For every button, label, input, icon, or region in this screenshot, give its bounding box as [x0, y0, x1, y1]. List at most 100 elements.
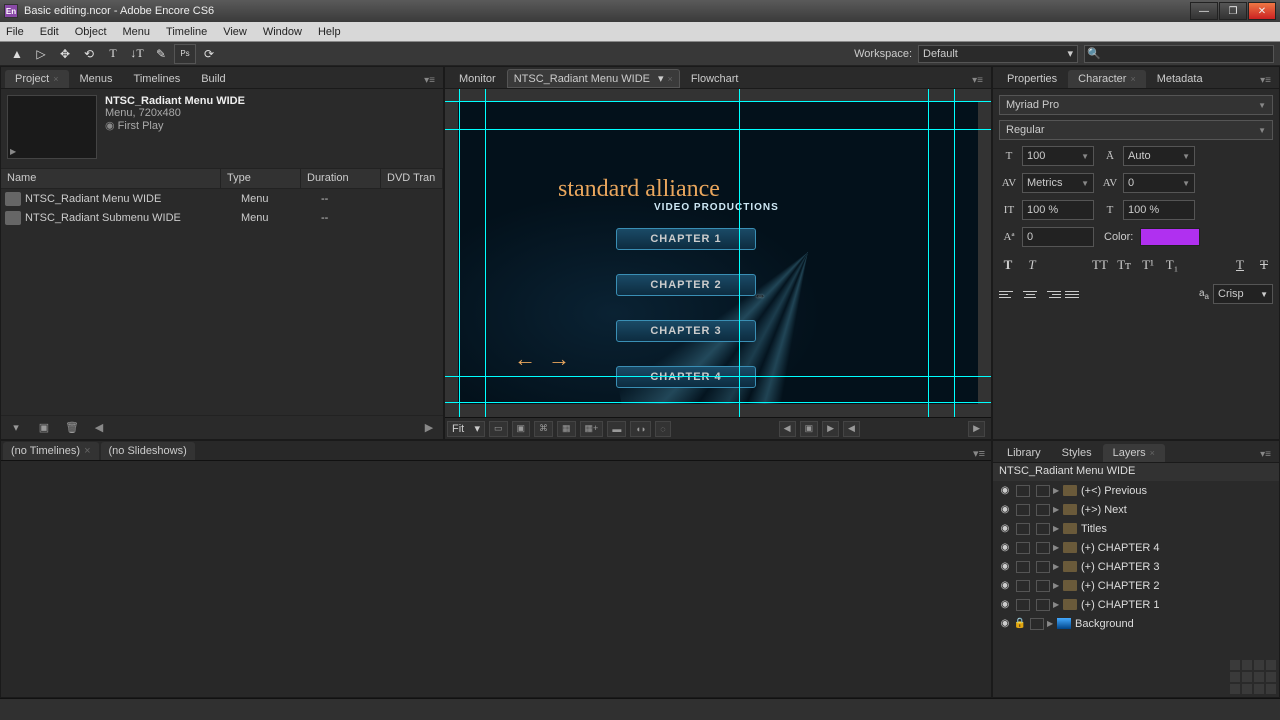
- guide-line[interactable]: [739, 89, 740, 417]
- select-box[interactable]: [1036, 599, 1050, 611]
- btn-shape-3-icon[interactable]: ◌: [655, 421, 670, 437]
- select-box[interactable]: [1036, 523, 1050, 535]
- guide-line[interactable]: [445, 402, 991, 403]
- delete-icon[interactable]: 🗑: [63, 420, 81, 436]
- help-search-input[interactable]: 🔍: [1084, 45, 1274, 63]
- direct-select-tool-icon[interactable]: ▷: [30, 44, 52, 64]
- guide-line[interactable]: [445, 129, 991, 130]
- expand-icon[interactable]: ▶: [1053, 581, 1063, 590]
- chapter-button-3[interactable]: CHAPTER 3: [616, 320, 756, 342]
- next-arrow-icon[interactable]: →: [548, 346, 570, 372]
- guide-line[interactable]: [445, 376, 991, 377]
- guide-line[interactable]: [928, 89, 929, 417]
- expand-icon[interactable]: ▶: [1053, 486, 1063, 495]
- menu-subtitle-text[interactable]: VIDEO PRODUCTIONS: [654, 202, 779, 213]
- link-box[interactable]: [1016, 561, 1030, 573]
- layer-row[interactable]: ◉ ▶ (+) CHAPTER 1: [993, 595, 1279, 614]
- link-box[interactable]: [1016, 485, 1030, 497]
- tab-build[interactable]: Build: [191, 70, 235, 88]
- strikethrough-button[interactable]: T: [1255, 257, 1273, 273]
- tab-monitor[interactable]: Monitor: [449, 70, 506, 88]
- aspect-icon[interactable]: ▭: [489, 421, 508, 437]
- font-size-input[interactable]: 100▼: [1022, 146, 1094, 166]
- menu-timeline[interactable]: Timeline: [166, 26, 207, 38]
- align-justify-button[interactable]: [1065, 286, 1083, 302]
- tab-menus[interactable]: Menus: [70, 70, 123, 88]
- visibility-icon[interactable]: ◉: [997, 618, 1013, 629]
- link-box[interactable]: [1016, 504, 1030, 516]
- select-box[interactable]: [1036, 485, 1050, 497]
- chapter-button-1[interactable]: CHAPTER 1: [616, 228, 756, 250]
- new-item-icon[interactable]: ▣: [35, 420, 53, 436]
- visibility-icon[interactable]: ◉: [997, 523, 1013, 534]
- tab-metadata[interactable]: Metadata: [1147, 70, 1213, 88]
- hscale-input[interactable]: 100 %: [1123, 200, 1195, 220]
- chapter-button-2[interactable]: CHAPTER 2: [616, 274, 756, 296]
- link-box[interactable]: [1016, 580, 1030, 592]
- layer-row[interactable]: ◉ ▶ (+) CHAPTER 3: [993, 557, 1279, 576]
- baseline-input[interactable]: 0: [1022, 227, 1094, 247]
- subscript-button[interactable]: T₁: [1163, 257, 1181, 273]
- col-dvd[interactable]: DVD Tran: [381, 169, 443, 188]
- tab-no-timelines[interactable]: (no Timelines)×: [3, 442, 99, 460]
- grid-icon[interactable]: ▦: [557, 421, 576, 437]
- visibility-icon[interactable]: ◉: [997, 542, 1013, 553]
- menu-help[interactable]: Help: [318, 26, 341, 38]
- tab-project[interactable]: Project×: [5, 70, 69, 88]
- guide-line[interactable]: [485, 89, 486, 417]
- vscale-input[interactable]: 100 %: [1022, 200, 1094, 220]
- rotate-tool-icon[interactable]: ⟲: [78, 44, 100, 64]
- tab-no-slideshows[interactable]: (no Slideshows): [101, 442, 195, 460]
- allcaps-button[interactable]: TT: [1091, 257, 1109, 273]
- layer-row[interactable]: ◉ ▶ (+>) Next: [993, 500, 1279, 519]
- superscript-button[interactable]: T¹: [1139, 257, 1157, 273]
- zoom-tool-icon[interactable]: ✎: [150, 44, 172, 64]
- move-tool-icon[interactable]: ✥: [54, 44, 76, 64]
- menu-menu[interactable]: Menu: [123, 26, 151, 38]
- close-button[interactable]: ✕: [1248, 2, 1276, 20]
- font-family-dropdown[interactable]: Myriad Pro▼: [999, 95, 1273, 115]
- edit-ps-icon[interactable]: Ps: [174, 44, 196, 64]
- tracking-input[interactable]: 0▼: [1123, 173, 1195, 193]
- routing-icon[interactable]: ⌘: [534, 421, 553, 437]
- expand-icon[interactable]: ▶: [1053, 524, 1063, 533]
- select-box[interactable]: [1036, 561, 1050, 573]
- tab-timelines[interactable]: Timelines: [124, 70, 191, 88]
- list-item[interactable]: NTSC_Radiant Menu WIDE Menu --: [1, 189, 443, 208]
- select-box[interactable]: [1036, 580, 1050, 592]
- visibility-icon[interactable]: ◉: [997, 504, 1013, 515]
- list-item[interactable]: NTSC_Radiant Submenu WIDE Menu --: [1, 208, 443, 227]
- prev-button[interactable]: ◀: [779, 421, 796, 437]
- chapter-button-4[interactable]: CHAPTER 4: [616, 366, 756, 388]
- visibility-icon[interactable]: ◉: [997, 485, 1013, 496]
- menu-viewer-dropdown[interactable]: NTSC_Radiant Menu WIDE▾×: [507, 69, 680, 88]
- guide-line[interactable]: [459, 89, 460, 417]
- align-center-button[interactable]: [1021, 286, 1039, 302]
- italic-button[interactable]: T: [1023, 257, 1041, 273]
- menu-canvas[interactable]: standard alliance VIDEO PRODUCTIONS CHAP…: [458, 102, 978, 404]
- new-sublayer-icon[interactable]: ▦+: [580, 421, 604, 437]
- menu-object[interactable]: Object: [75, 26, 107, 38]
- scroll-left-icon[interactable]: ◀: [843, 421, 860, 437]
- play-button[interactable]: ▶: [822, 421, 839, 437]
- scroll-right-icon[interactable]: ▶: [968, 421, 985, 437]
- layer-row[interactable]: ◉ ▶ (+) CHAPTER 4: [993, 538, 1279, 557]
- btn-shape-1-icon[interactable]: ▬: [607, 421, 626, 437]
- expand-icon[interactable]: ▶: [1053, 505, 1063, 514]
- tab-properties[interactable]: Properties: [997, 70, 1067, 88]
- tab-library[interactable]: Library: [997, 444, 1051, 462]
- font-style-dropdown[interactable]: Regular▼: [999, 120, 1273, 140]
- select-box[interactable]: [1030, 618, 1044, 630]
- panel-menu-icon[interactable]: ▾≡: [970, 73, 985, 88]
- col-name[interactable]: Name: [1, 169, 221, 188]
- menu-window[interactable]: Window: [263, 26, 302, 38]
- align-left-button[interactable]: [999, 286, 1017, 302]
- text-tool-icon[interactable]: T: [102, 44, 124, 64]
- tab-styles[interactable]: Styles: [1052, 444, 1102, 462]
- tab-character[interactable]: Character×: [1068, 70, 1146, 88]
- visibility-icon[interactable]: ◉: [997, 599, 1013, 610]
- col-type[interactable]: Type: [221, 169, 301, 188]
- zoom-dropdown[interactable]: Fit▾: [447, 421, 485, 437]
- panel-menu-icon[interactable]: ▾≡: [1258, 447, 1273, 462]
- edit-ae-icon[interactable]: ⟳: [198, 44, 220, 64]
